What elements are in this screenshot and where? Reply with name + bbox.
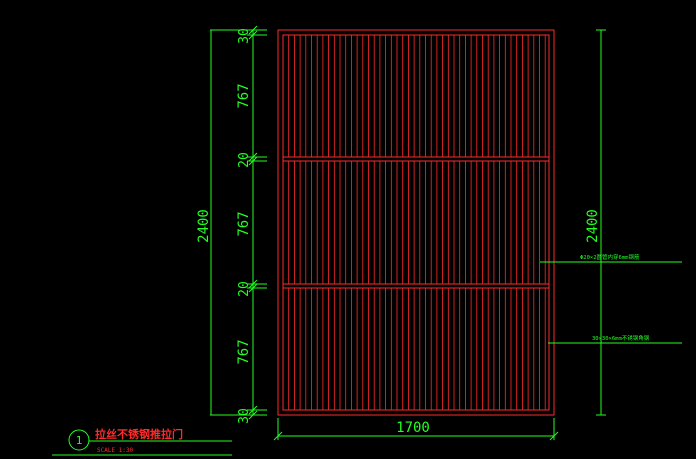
vertical-bars <box>288 35 546 410</box>
door-outer-frame <box>277 29 555 416</box>
overall-height-left-label: 2400 <box>196 209 212 243</box>
left-dimension-chain: 2400 30 767 20 767 20 767 30 <box>196 25 267 424</box>
dim-label-panel-2: 767 <box>236 211 252 236</box>
right-dimension: 2400 <box>585 29 606 416</box>
annotation-tube: Φ20×2圆管内穿6mm钢筋 <box>580 253 640 261</box>
door-elevation <box>277 29 555 416</box>
drawing-scale: SCALE 1:30 <box>97 447 134 454</box>
overall-width-label: 1700 <box>396 420 430 436</box>
title-block: 1 拉丝不锈钢推拉门 SCALE 1:30 <box>52 427 232 456</box>
annotations: Φ20×2圆管内穿6mm钢筋 30×30×6mm不锈钢角钢 <box>540 253 682 344</box>
overall-height-right-label: 2400 <box>585 209 601 243</box>
dim-label-top: 30 <box>237 28 252 44</box>
bottom-dimension: 1700 <box>273 418 559 441</box>
dim-label-panel-1: 767 <box>236 83 252 108</box>
dim-label-panel-3: 767 <box>236 339 252 364</box>
annotation-angle: 30×30×6mm不锈钢角钢 <box>592 334 650 342</box>
dim-label-rail-1: 20 <box>237 152 252 168</box>
dim-label-bottom: 30 <box>237 408 252 424</box>
dim-label-rail-2: 20 <box>237 281 252 297</box>
drawing-number: 1 <box>76 434 83 447</box>
cad-drawing: 2400 30 767 20 767 20 767 30 2400 1700 Φ… <box>52 25 682 456</box>
drawing-title: 拉丝不锈钢推拉门 <box>95 427 183 441</box>
